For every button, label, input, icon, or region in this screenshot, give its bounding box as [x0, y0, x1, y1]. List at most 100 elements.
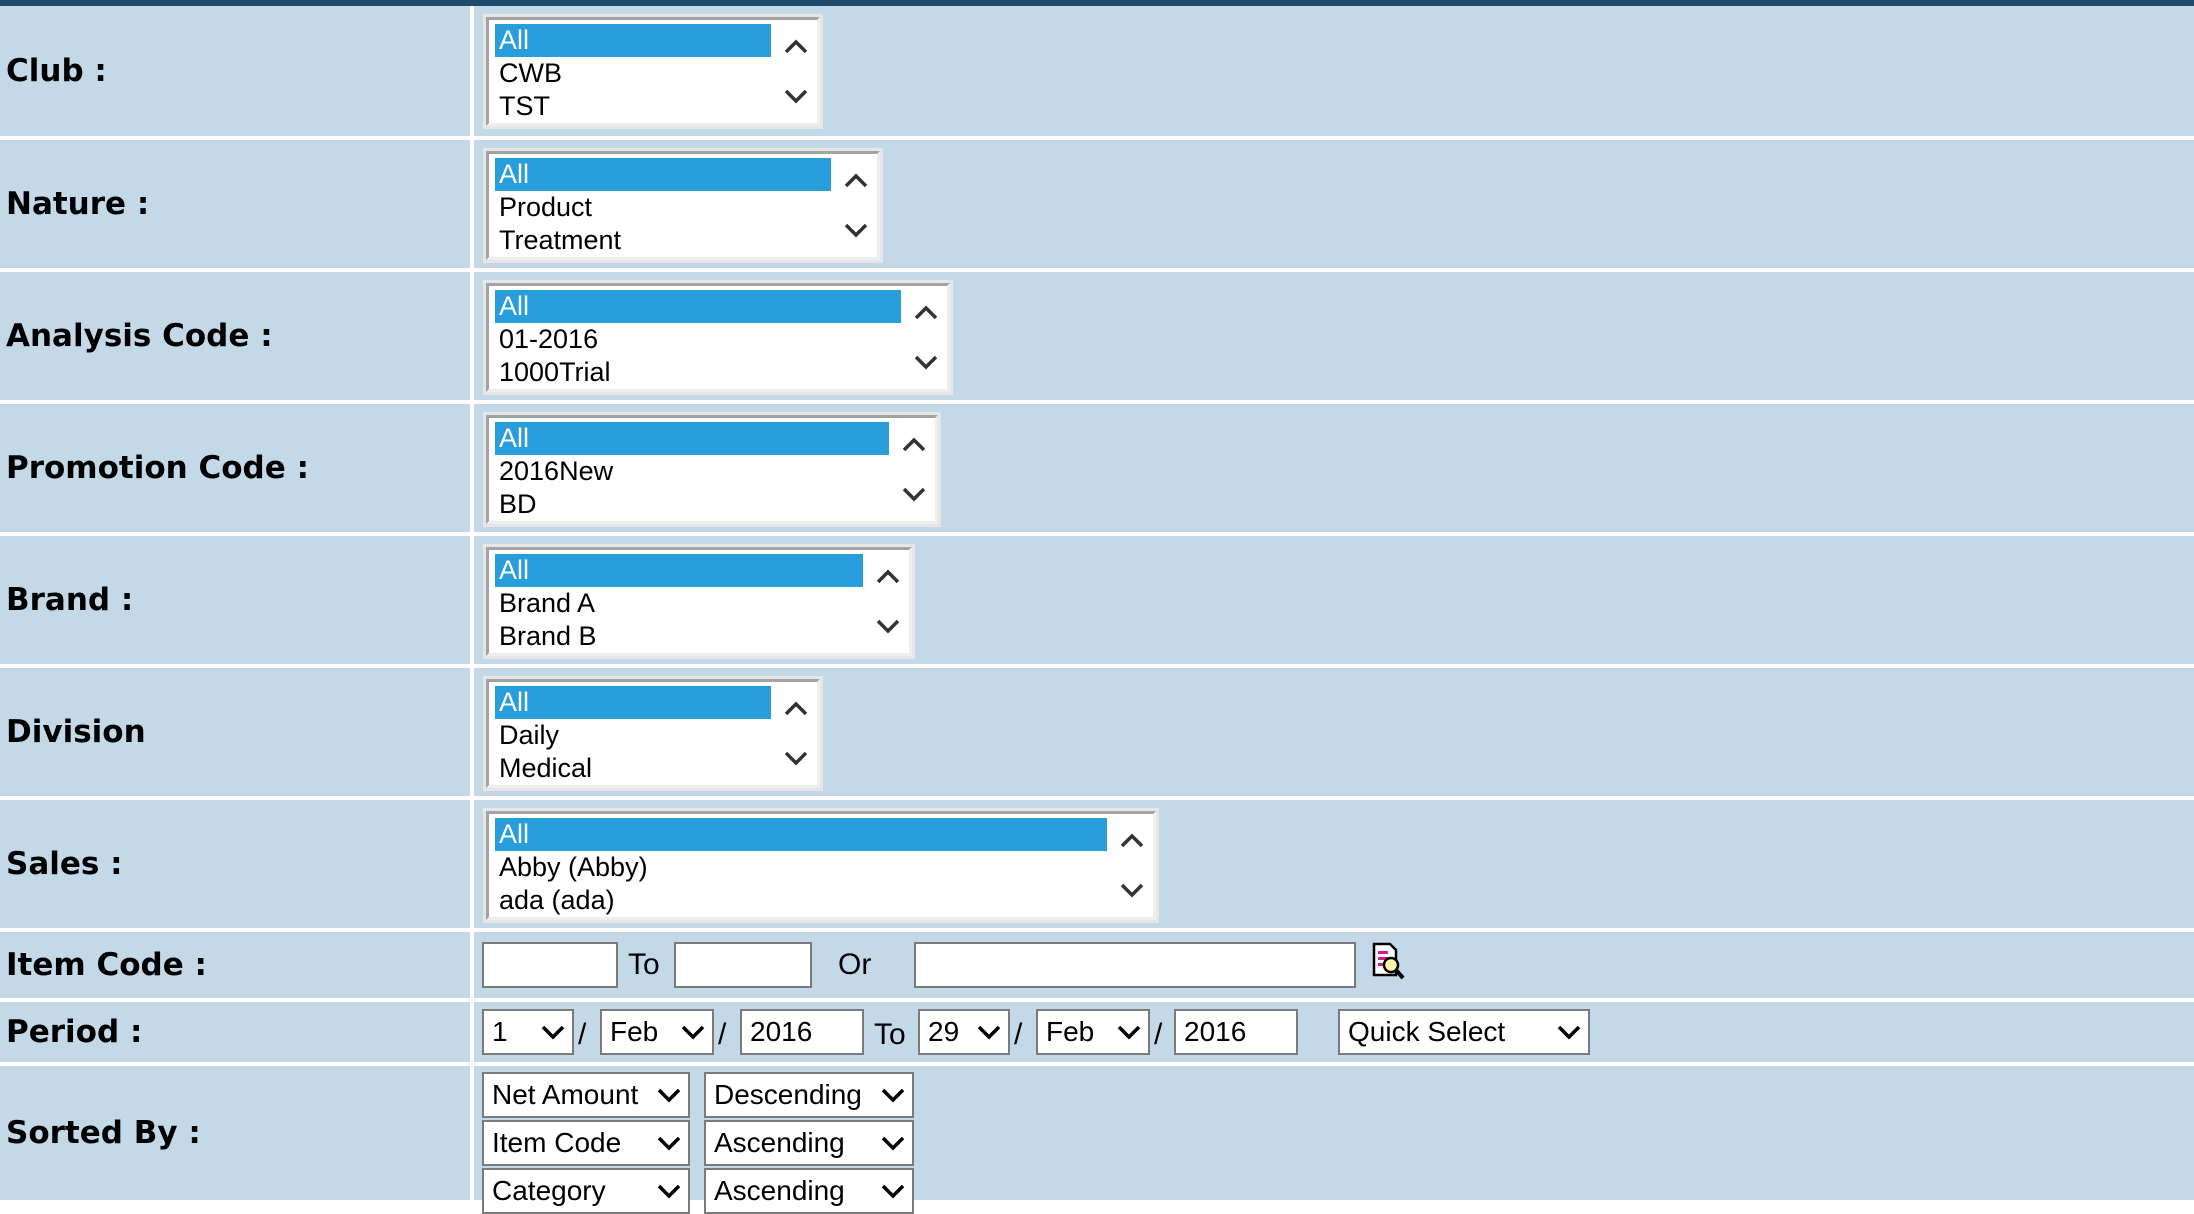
period-to-year-input[interactable]: [1174, 1009, 1298, 1055]
chevron-up-icon[interactable]: [893, 418, 935, 470]
analysis-code-value-cell: All 01-2016 1000Trial: [474, 272, 2194, 400]
sales-scrollbar[interactable]: [1111, 814, 1153, 917]
club-option-all[interactable]: All: [495, 24, 771, 57]
analysis-code-option[interactable]: 1000Trial: [495, 356, 901, 389]
nature-value-cell: All Product Treatment: [474, 140, 2194, 268]
sales-listbox[interactable]: All Abby (Abby) ada (ada): [486, 811, 1156, 920]
period-to-month-select[interactable]: Feb: [1036, 1009, 1150, 1055]
nature-option-treatment[interactable]: Treatment: [495, 224, 831, 257]
chevron-down-icon: [534, 1011, 572, 1053]
period-from-day-select[interactable]: 1: [482, 1009, 574, 1055]
brand-option[interactable]: Brand B: [495, 620, 863, 653]
sort-field-value: Item Code: [492, 1127, 622, 1158]
item-code-from-input[interactable]: [482, 942, 618, 988]
item-code-search-input[interactable]: [914, 942, 1356, 988]
sorted-by-label: Sorted By :: [0, 1066, 470, 1200]
nature-option-all[interactable]: All: [495, 158, 831, 191]
analysis-code-label: Analysis Code :: [0, 272, 470, 400]
item-code-to-input[interactable]: [674, 942, 812, 988]
promotion-code-option[interactable]: 2016New: [495, 455, 889, 488]
chevron-down-icon: [1110, 1011, 1148, 1053]
chevron-down-icon[interactable]: [905, 338, 947, 390]
nature-listbox[interactable]: All Product Treatment: [486, 151, 880, 260]
analysis-code-scrollbar[interactable]: [905, 286, 947, 389]
sales-option[interactable]: Abby (Abby): [495, 851, 1107, 884]
item-code-or-text: Or: [838, 948, 872, 981]
promotion-code-listbox[interactable]: All 2016New BD: [486, 415, 938, 524]
division-option[interactable]: Medical: [495, 752, 771, 785]
chevron-up-icon[interactable]: [1111, 814, 1153, 866]
club-option-tst[interactable]: TST: [495, 90, 771, 123]
sales-label: Sales :: [0, 800, 470, 928]
sort-order-select-1[interactable]: Descending: [704, 1072, 914, 1118]
brand-label: Brand :: [0, 536, 470, 664]
chevron-down-icon: [650, 1074, 688, 1116]
chevron-down-icon[interactable]: [893, 470, 935, 522]
brand-value-cell: All Brand A Brand B: [474, 536, 2194, 664]
brand-option[interactable]: Brand A: [495, 587, 863, 620]
nature-scrollbar[interactable]: [835, 154, 877, 257]
chevron-up-icon[interactable]: [905, 286, 947, 338]
division-option[interactable]: Daily: [495, 719, 771, 752]
sort-field-value: Category: [492, 1175, 606, 1206]
chevron-up-icon[interactable]: [775, 682, 817, 734]
brand-listbox[interactable]: All Brand A Brand B: [486, 547, 912, 656]
item-code-label: Item Code :: [0, 932, 470, 998]
division-value-cell: All Daily Medical: [474, 668, 2194, 796]
sort-order-value: Descending: [714, 1079, 862, 1110]
chevron-down-icon: [1550, 1011, 1588, 1053]
club-scrollbar[interactable]: [775, 20, 817, 123]
brand-option-all[interactable]: All: [495, 554, 863, 587]
brand-scrollbar[interactable]: [867, 550, 909, 653]
chevron-up-icon[interactable]: [867, 550, 909, 602]
sort-order-select-3[interactable]: Ascending: [704, 1168, 914, 1214]
club-value-cell: All CWB TST: [474, 6, 2194, 136]
promotion-code-option[interactable]: BD: [495, 488, 889, 521]
division-scrollbar[interactable]: [775, 682, 817, 785]
chevron-down-icon: [874, 1170, 912, 1212]
period-from-year-input[interactable]: [740, 1009, 864, 1055]
sales-value-cell: All Abby (Abby) ada (ada): [474, 800, 2194, 928]
period-value-cell: 1 / Feb / To 29 / Feb / Quick Select: [474, 1002, 2194, 1062]
division-row: Division All Daily Medical: [0, 668, 2194, 796]
lookup-icon[interactable]: [1370, 941, 1406, 981]
promotion-code-option-all[interactable]: All: [495, 422, 889, 455]
promotion-code-value-cell: All 2016New BD: [474, 404, 2194, 532]
promotion-code-scrollbar[interactable]: [893, 418, 935, 521]
sort-field-select-2[interactable]: Item Code: [482, 1120, 690, 1166]
period-from-month-select[interactable]: Feb: [600, 1009, 714, 1055]
analysis-code-option-all[interactable]: All: [495, 290, 901, 323]
chevron-down-icon: [650, 1122, 688, 1164]
period-row: Period : 1 / Feb / To 29 / Feb / Quick S…: [0, 1002, 2194, 1062]
chevron-down-icon[interactable]: [1111, 866, 1153, 918]
analysis-code-listbox[interactable]: All 01-2016 1000Trial: [486, 283, 950, 392]
sales-option[interactable]: ada (ada): [495, 884, 1107, 917]
chevron-down-icon[interactable]: [775, 72, 817, 124]
quick-select-value: Quick Select: [1348, 1016, 1506, 1047]
sorted-by-value-cell: Net Amount Descending Item Code Ascendin…: [474, 1066, 2194, 1214]
club-option-cwb[interactable]: CWB: [495, 57, 771, 90]
sort-field-select-3[interactable]: Category: [482, 1168, 690, 1214]
club-listbox[interactable]: All CWB TST: [486, 17, 820, 126]
division-option-all[interactable]: All: [495, 686, 771, 719]
period-to-day-select[interactable]: 29: [918, 1009, 1010, 1055]
chevron-down-icon[interactable]: [835, 206, 877, 258]
analysis-code-row: Analysis Code : All 01-2016 1000Trial: [0, 272, 2194, 400]
division-listbox[interactable]: All Daily Medical: [486, 679, 820, 788]
nature-option-product[interactable]: Product: [495, 191, 831, 224]
chevron-down-icon[interactable]: [775, 734, 817, 786]
sort-order-value: Ascending: [714, 1127, 845, 1158]
quick-select-dropdown[interactable]: Quick Select: [1338, 1009, 1590, 1055]
chevron-down-icon: [970, 1011, 1008, 1053]
analysis-code-option[interactable]: 01-2016: [495, 323, 901, 356]
sort-field-select-1[interactable]: Net Amount: [482, 1072, 690, 1118]
sales-option-all[interactable]: All: [495, 818, 1107, 851]
promotion-code-label: Promotion Code :: [0, 404, 470, 532]
chevron-down-icon[interactable]: [867, 602, 909, 654]
chevron-up-icon[interactable]: [775, 20, 817, 72]
sort-order-select-2[interactable]: Ascending: [704, 1120, 914, 1166]
chevron-up-icon[interactable]: [835, 154, 877, 206]
sort-field-value: Net Amount: [492, 1079, 639, 1110]
period-to-day-value: 29: [928, 1016, 960, 1047]
period-to-text: To: [874, 1018, 906, 1051]
